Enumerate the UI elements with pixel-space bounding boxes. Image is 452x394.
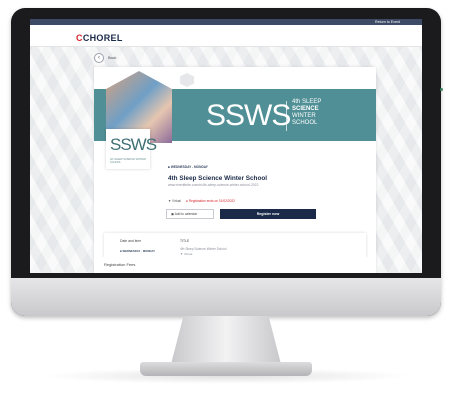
banner-text-line2: SCIENCE xyxy=(292,106,319,112)
register-button[interactable]: Register now xyxy=(220,209,316,219)
indicator-dot xyxy=(440,88,443,91)
event-logo: SSWS xyxy=(110,135,157,154)
event-url[interactable]: www.eventbrite.com/e/4th-sleep-science-w… xyxy=(168,183,258,187)
site-header: CCHOREL xyxy=(30,25,422,47)
logo-text: CHOREL xyxy=(82,33,123,43)
logo-mark: C xyxy=(76,33,83,43)
date-tag: ■ WEDNESDAY - MONDAY xyxy=(168,165,208,169)
details-date: ■ WEDNESDAY - MONDAY xyxy=(120,249,155,253)
hex-decoration xyxy=(180,73,194,87)
date-tag-text: WEDNESDAY - MONDAY xyxy=(170,165,208,169)
site-logo[interactable]: CCHOREL xyxy=(76,33,123,43)
date-time-label: Date and time xyxy=(120,239,142,243)
online-text: Virtual xyxy=(172,199,182,203)
details-date-text: WEDNESDAY - MONDAY xyxy=(122,249,156,253)
event-logo-subtitle: 4th SLEEP SCIENCE WINTER SCHOOL xyxy=(110,158,146,164)
banner-logo: SSWS xyxy=(206,99,291,132)
add-to-calendar-label: Add to calendar xyxy=(174,212,198,216)
banner-divider xyxy=(286,101,287,131)
fees-label: Registration Fees xyxy=(104,262,136,267)
registration-text: Registration ends on 01/02/2022 xyxy=(188,199,235,203)
screen: Return to Event CCHOREL ‹ Back SSWS 4th … xyxy=(30,19,422,273)
add-to-calendar-button[interactable]: ▣ Add to calendar xyxy=(166,209,214,219)
fees-section: Registration Fees xyxy=(94,257,376,273)
stage: Return to Event CCHOREL ‹ Back SSWS 4th … xyxy=(0,0,452,394)
online-meta: ▼ Virtual xyxy=(168,199,181,203)
banner-text-line4: SCHOOL xyxy=(292,120,318,126)
event-title: 4th Sleep Science Winter School xyxy=(168,175,268,182)
event-card: SSWS 4th SLEEP SCIENCE WINTER SCHOOL SSW… xyxy=(94,67,376,273)
back-label[interactable]: Back xyxy=(108,56,116,60)
details-virtual-text: Virtual xyxy=(183,252,193,256)
registration-meta: ● Registration ends on 01/02/2022 xyxy=(186,199,235,203)
details-title: 4th Sleep Science Winter School xyxy=(180,247,227,251)
banner-text-line3: WINTER xyxy=(292,113,316,119)
title-label: TITLE xyxy=(180,239,190,243)
back-button[interactable]: ‹ xyxy=(94,53,104,63)
monitor-chin xyxy=(11,278,441,316)
details-virtual: ▼ Virtual xyxy=(180,252,192,256)
banner-text: 4th SLEEP SCIENCE WINTER SCHOOL xyxy=(292,99,321,127)
chevron-left-icon: ‹ xyxy=(98,55,100,61)
monitor-base xyxy=(140,362,312,376)
banner-text-line1: 4th SLEEP xyxy=(292,99,322,105)
monitor-stand xyxy=(170,316,282,368)
event-logo-box: SSWS 4th SLEEP SCIENCE WINTER SCHOOL xyxy=(106,129,157,169)
